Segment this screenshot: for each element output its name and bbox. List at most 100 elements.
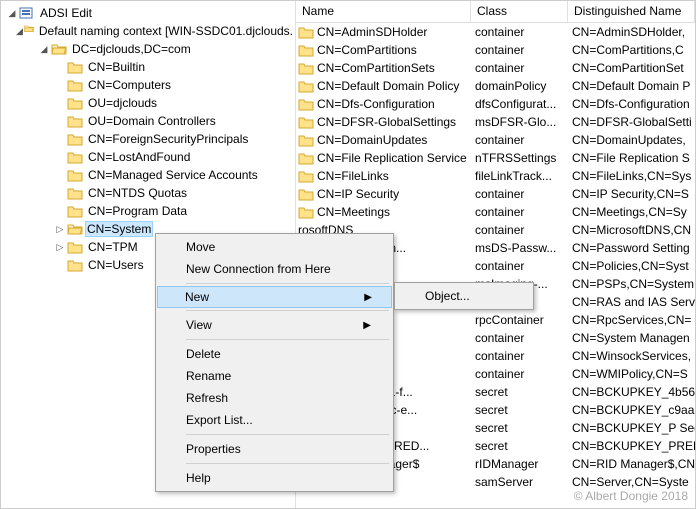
folder-icon bbox=[298, 187, 314, 201]
menu-item-label: Help bbox=[158, 471, 359, 485]
tree-node[interactable]: CN=Builtin bbox=[1, 58, 295, 76]
tree-node[interactable]: OU=djclouds bbox=[1, 94, 295, 112]
row-class: secret bbox=[471, 421, 568, 435]
row-dn: CN=RpcServices,CN= bbox=[568, 313, 695, 327]
list-row[interactable]: CN=File Replication ServicenTFRSSettings… bbox=[296, 149, 695, 167]
row-class: container bbox=[471, 25, 568, 39]
menu-item[interactable]: New Connection from Here bbox=[158, 258, 391, 280]
row-dn: CN=BCKUPKEY_PREFE bbox=[568, 439, 695, 453]
tree-root[interactable]: ◢ ADSI Edit bbox=[1, 4, 295, 22]
column-header-class[interactable]: Class bbox=[471, 1, 568, 22]
list-row[interactable]: CN=IP SecuritycontainerCN=IP Security,CN… bbox=[296, 185, 695, 203]
folder-icon bbox=[67, 240, 83, 254]
list-row[interactable]: CN=MeetingscontainerCN=Meetings,CN=Sy bbox=[296, 203, 695, 221]
folder-icon bbox=[298, 169, 314, 183]
collapse-icon[interactable]: ◢ bbox=[5, 8, 19, 19]
menu-separator bbox=[186, 463, 389, 464]
list-row[interactable]: CN=AdminSDHoldercontainerCN=AdminSDHolde… bbox=[296, 23, 695, 41]
list-row[interactable]: CN=Dfs-ConfigurationdfsConfigurat...CN=D… bbox=[296, 95, 695, 113]
menu-item-object[interactable]: Object... bbox=[397, 285, 531, 307]
list-row[interactable]: CN=DFSR-GlobalSettingsmsDFSR-Glo...CN=DF… bbox=[296, 113, 695, 131]
menu-item[interactable]: Move bbox=[158, 236, 391, 258]
row-name: CN=DFSR-GlobalSettings bbox=[317, 115, 456, 129]
tree-node[interactable]: CN=Program Data bbox=[1, 202, 295, 220]
row-dn: CN=Policies,CN=Syst bbox=[568, 259, 695, 273]
row-name: CN=ComPartitionSets bbox=[317, 61, 435, 75]
row-class: container bbox=[471, 43, 568, 57]
tree-node-label: CN=ForeignSecurityPrincipals bbox=[86, 132, 250, 146]
menu-item[interactable]: Help bbox=[158, 467, 391, 489]
folder-icon bbox=[67, 186, 83, 200]
tree-node-label: CN=TPM bbox=[86, 240, 140, 254]
row-class: container bbox=[471, 331, 568, 345]
row-dn: CN=BCKUPKEY_P Secr bbox=[568, 421, 695, 435]
adsi-root-icon bbox=[19, 6, 35, 20]
menu-item[interactable]: Properties bbox=[158, 438, 391, 460]
row-dn: CN=PSPs,CN=System bbox=[568, 277, 695, 291]
row-name: CN=ComPartitions bbox=[317, 43, 417, 57]
folder-icon bbox=[298, 43, 314, 57]
menu-item[interactable]: New▶ bbox=[157, 286, 392, 308]
row-dn: CN=RAS and IAS Serv bbox=[568, 295, 695, 309]
tree-node-label: CN=NTDS Quotas bbox=[86, 186, 189, 200]
menu-item[interactable]: Rename bbox=[158, 365, 391, 387]
row-dn: CN=IP Security,CN=S bbox=[568, 187, 695, 201]
column-header-dn[interactable]: Distinguished Name bbox=[568, 1, 695, 22]
row-dn: CN=BCKUPKEY_c9aa1 bbox=[568, 403, 695, 417]
tree-context[interactable]: ◢ Default naming context [WIN-SSDC01.djc… bbox=[1, 22, 295, 40]
row-class: secret bbox=[471, 385, 568, 399]
tree-node[interactable]: CN=Managed Service Accounts bbox=[1, 166, 295, 184]
tree-node[interactable]: OU=Domain Controllers bbox=[1, 112, 295, 130]
folder-icon bbox=[298, 205, 314, 219]
folder-icon bbox=[298, 79, 314, 93]
menu-separator bbox=[186, 434, 389, 435]
folder-icon bbox=[67, 168, 83, 182]
folder-icon bbox=[67, 258, 83, 272]
expand-icon[interactable]: ▷ bbox=[53, 224, 67, 235]
context-menu[interactable]: Move New Connection from Here New▶ View▶ Del… bbox=[155, 233, 394, 492]
folder-icon bbox=[67, 204, 83, 218]
collapse-icon[interactable]: ◢ bbox=[15, 26, 24, 37]
row-class: container bbox=[471, 259, 568, 273]
context-submenu[interactable]: Object... bbox=[394, 282, 534, 310]
tree-dc[interactable]: ◢ DC=djclouds,DC=com bbox=[1, 40, 295, 58]
row-class: container bbox=[471, 349, 568, 363]
tree-node[interactable]: CN=LostAndFound bbox=[1, 148, 295, 166]
column-header-name[interactable]: Name bbox=[296, 1, 471, 22]
submenu-arrow-icon: ▶ bbox=[359, 320, 371, 331]
list-row[interactable]: CN=ComPartitionSetscontainerCN=ComPartit… bbox=[296, 59, 695, 77]
list-row[interactable]: CN=FileLinks fileLinkTrack...CN=FileLinks… bbox=[296, 167, 695, 185]
tree-node-label: OU=Domain Controllers bbox=[86, 114, 218, 128]
list-row[interactable]: CN=ComPartitionscontainerCN=ComPartition… bbox=[296, 41, 695, 59]
folder-icon bbox=[298, 133, 314, 147]
tree-node-label: CN=System bbox=[85, 221, 153, 237]
tree-node[interactable]: CN=Computers bbox=[1, 76, 295, 94]
row-dn: CN=ComPartitionSet bbox=[568, 61, 695, 75]
row-name: CN=Dfs-Configuration bbox=[317, 97, 435, 111]
row-dn: CN=FileLinks,CN=Sys bbox=[568, 169, 695, 183]
menu-item[interactable]: View▶ bbox=[158, 314, 391, 336]
list-row[interactable]: CN=Default Domain PolicydomainPolicyCN=D… bbox=[296, 77, 695, 95]
collapse-icon[interactable]: ◢ bbox=[37, 44, 51, 55]
row-name: CN=FileLinks bbox=[317, 169, 389, 183]
row-class: rpcContainer bbox=[471, 313, 568, 327]
tree-context-label: Default naming context [WIN-SSDC01.djclo… bbox=[37, 24, 295, 38]
menu-item-label: Delete bbox=[158, 347, 359, 361]
folder-icon bbox=[298, 25, 314, 39]
row-dn: CN=System Managen bbox=[568, 331, 695, 345]
row-class: dfsConfigurat... bbox=[471, 97, 568, 111]
folder-open-icon bbox=[24, 24, 34, 38]
menu-item[interactable]: Export List... bbox=[158, 409, 391, 431]
tree-node[interactable]: CN=ForeignSecurityPrincipals bbox=[1, 130, 295, 148]
row-dn: CN=Password Setting bbox=[568, 241, 695, 255]
tree-node[interactable]: CN=NTDS Quotas bbox=[1, 184, 295, 202]
expand-icon[interactable]: ▷ bbox=[53, 242, 67, 253]
list-row[interactable]: CN=DomainUpdatescontainerCN=DomainUpdate… bbox=[296, 131, 695, 149]
folder-icon bbox=[298, 97, 314, 111]
menu-item[interactable]: Refresh bbox=[158, 387, 391, 409]
menu-item-label: Refresh bbox=[158, 391, 359, 405]
row-dn: CN=DFSR-GlobalSetti bbox=[568, 115, 695, 129]
row-class: fileLinkTrack... bbox=[471, 169, 568, 183]
menu-item-label: New Connection from Here bbox=[158, 262, 359, 276]
menu-item[interactable]: Delete bbox=[158, 343, 391, 365]
